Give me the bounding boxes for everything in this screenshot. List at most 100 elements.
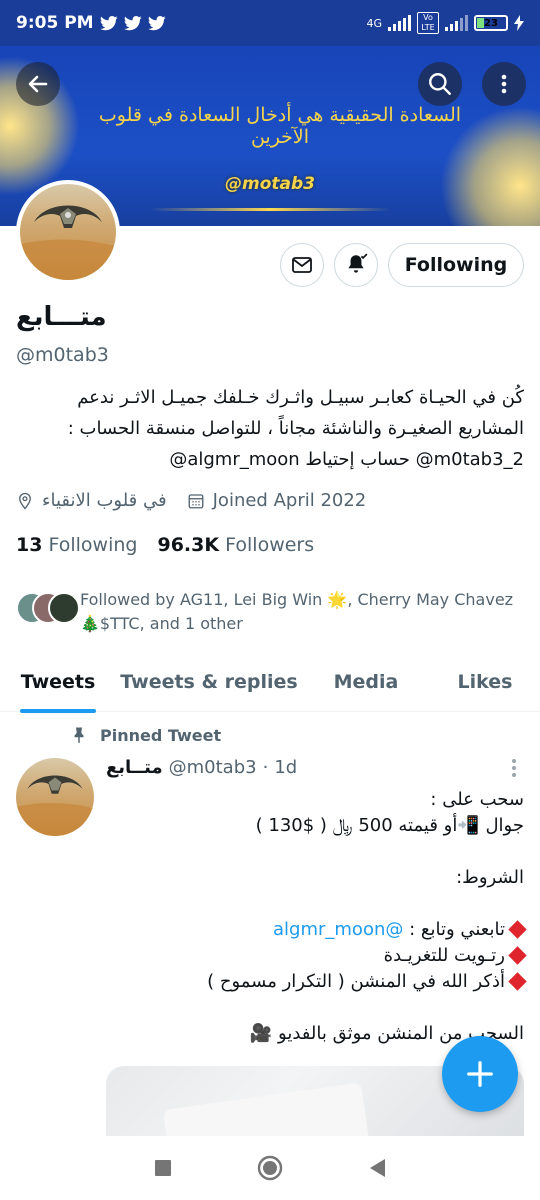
dot [512, 766, 516, 770]
tweet-line: تابعني وتابع : @algmr_moon [106, 917, 527, 943]
tweet-time-separator: · [262, 757, 269, 778]
profile-handle: @m0tab3 [16, 344, 109, 366]
profile-tabs: Tweets Tweets & replies Media Likes [0, 652, 540, 712]
joined-text: Joined April 2022 [212, 490, 367, 511]
more-vertical-icon [501, 74, 507, 94]
red-diamond-icon [508, 920, 527, 939]
followed-by-avatars [16, 588, 80, 628]
tweet-author-avatar[interactable] [16, 758, 94, 836]
following-label: Following [48, 534, 138, 556]
compose-tweet-button[interactable] [442, 1036, 518, 1112]
follower-avatar [48, 592, 80, 624]
followed-by-line: 🎄$TTC, and 1 other [80, 614, 243, 633]
follow-counts: 13 Following 96.3K Followers [16, 534, 314, 556]
tweet-body: سحب على : جوال 📲أو قيمته 500 ﷼ ( $130 ) … [106, 787, 527, 1047]
twitter-icon [123, 15, 142, 30]
joined-date: Joined April 2022 [187, 490, 367, 511]
back-nav-button[interactable] [357, 1148, 397, 1188]
avatar-image [20, 205, 116, 280]
dot [512, 773, 516, 777]
recent-apps-button[interactable] [143, 1148, 183, 1188]
tweet-line-text: رتـويت للتغريـدة [383, 945, 505, 966]
avatar-image [16, 775, 94, 836]
followed-by[interactable]: Followed by AG11, Lei Big Win 🌟, Cherry … [16, 588, 524, 636]
location-pin-icon [19, 492, 31, 510]
tweet-line: رتـويت للتغريـدة [106, 943, 527, 969]
banner-decoration [150, 208, 390, 211]
pin-icon [74, 727, 84, 744]
status-left: 9:05 PM [16, 13, 166, 33]
banner-handle: @motab3 [225, 174, 315, 194]
followed-by-text: Followed by AG11, Lei Big Win 🌟, Cherry … [80, 588, 513, 636]
bio-line: m0tab3_2@ حساب إحتياط algmr_moon@ [169, 449, 524, 470]
battery-level: 23 [484, 17, 498, 29]
location: في قلوب الانقياء [16, 490, 167, 511]
banner-quote: السعادة الحقيقية هي أدخال السعادة في قلو… [98, 104, 462, 148]
square-icon [155, 1160, 172, 1176]
display-name: متـــابع [16, 302, 107, 332]
signal-icon [388, 15, 411, 31]
charging-icon [514, 15, 524, 31]
tab-tweets-replies[interactable]: Tweets & replies [116, 652, 302, 712]
back-arrow-icon [28, 75, 48, 93]
triangle-back-icon [369, 1159, 385, 1177]
tab-tweets[interactable]: Tweets [0, 652, 116, 712]
tab-likes[interactable]: Likes [430, 652, 540, 712]
pinned-indicator: Pinned Tweet [70, 725, 221, 745]
red-diamond-icon [508, 972, 527, 991]
bio-line: كُن في الحيـاة كعابـر سبيـل واثـرك خـلفك… [77, 387, 524, 408]
tweet-line: جوال 📲أو قيمته 500 ﷼ ( $130 ) [255, 815, 524, 836]
profile-bio: كُن في الحيـاة كعابـر سبيـل واثـرك خـلفك… [16, 382, 524, 475]
pinned-label: Pinned Tweet [100, 725, 222, 745]
tweet-line-text: تابعني وتابع : [403, 919, 505, 940]
bio-line: المشاريع الصغيـرة والناشئة مجاناً ، للتو… [67, 418, 524, 439]
tweet-line: سحب على : [430, 789, 524, 810]
search-button[interactable] [418, 62, 462, 106]
volte-badge: Vo LTE [417, 12, 439, 34]
tweet-spacer [106, 995, 524, 1021]
tweet-time[interactable]: 1d [274, 757, 297, 778]
tweet-more-button[interactable] [502, 756, 526, 780]
following-count: 13 [16, 534, 43, 556]
location-text: في قلوب الانقياء [42, 490, 167, 511]
plus-icon [467, 1061, 493, 1087]
profile-meta: في قلوب الانقياء Joined April 2022 [16, 490, 378, 511]
followers-count-link[interactable]: 96.3K Followers [157, 534, 314, 556]
home-circle-icon [257, 1155, 283, 1181]
dot [512, 759, 516, 763]
bell-check-icon [348, 253, 368, 273]
network-type: 4G [366, 16, 382, 30]
tweet-author-handle[interactable]: @m0tab3 [169, 757, 257, 778]
tweet-line: أذكر الله في المنشن ( التكرار مسموح ) [106, 969, 527, 995]
status-bar: 9:05 PM 4G Vo LTE 23 [0, 0, 540, 46]
back-button[interactable] [16, 62, 60, 106]
tweet-line-text: أذكر الله في المنشن ( التكرار مسموح ) [207, 971, 505, 992]
tab-media[interactable]: Media [302, 652, 430, 712]
status-right: 4G Vo LTE 23 [366, 12, 524, 34]
mention-link[interactable]: @algmr_moon [273, 919, 403, 940]
profile-avatar[interactable] [16, 180, 120, 284]
followers-count: 96.3K [157, 534, 220, 556]
tweet-line: الشروط: [456, 867, 524, 888]
signal-icon-2 [445, 15, 468, 31]
envelope-icon [292, 257, 312, 273]
calendar-icon [188, 493, 204, 508]
twitter-icon [99, 15, 118, 30]
following-count-link[interactable]: 13 Following [16, 534, 137, 556]
status-time: 9:05 PM [16, 13, 94, 33]
following-button[interactable]: Following [388, 243, 524, 287]
tweet-spacer [106, 839, 524, 865]
home-button[interactable] [250, 1148, 290, 1188]
tweet-author-name[interactable]: متــابع [106, 757, 163, 778]
followers-label: Followers [225, 534, 315, 556]
followed-by-line: Followed by AG11, Lei Big Win 🌟, Cherry … [80, 590, 514, 609]
battery-icon: 23 [474, 15, 508, 31]
tweet-header: متــابع @m0tab3 · 1d [106, 757, 297, 778]
red-diamond-icon [508, 946, 527, 965]
notifications-button[interactable] [334, 243, 378, 287]
message-button[interactable] [280, 243, 324, 287]
search-icon [429, 73, 451, 95]
more-options-button[interactable] [482, 62, 526, 106]
tweet-spacer [106, 891, 524, 917]
system-nav-bar [0, 1136, 540, 1200]
